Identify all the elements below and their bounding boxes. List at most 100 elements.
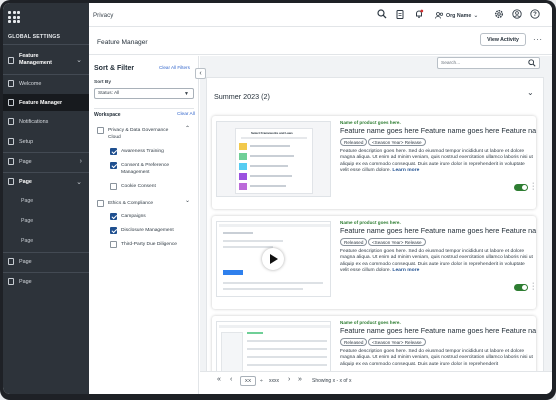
clipboard-icon[interactable]: [395, 9, 405, 19]
season-badge: <Season Year> Release: [368, 238, 426, 246]
checkbox-awareness-training[interactable]: [110, 148, 117, 155]
sidebar-item-feature-manager[interactable]: Feature Manager: [3, 94, 89, 111]
chevron-down-icon: ⌄: [76, 178, 82, 186]
search-input[interactable]: Search...: [437, 57, 540, 69]
feature-name[interactable]: Feature name goes here Feature name goes…: [340, 126, 536, 135]
learn-more-link[interactable]: Learn more: [392, 268, 419, 273]
feature-name[interactable]: Feature name goes here Feature name goes…: [340, 326, 536, 335]
separator: ÷: [260, 378, 263, 384]
divider: [3, 74, 89, 75]
filter-title: Sort & Filter: [94, 65, 135, 72]
filter-panel: Sort & Filter Clear All Filters Sort By …: [89, 56, 199, 394]
app-launcher-icon[interactable]: [8, 11, 20, 23]
sidebar-item-welcome[interactable]: Welcome: [3, 77, 89, 90]
description-text: Feature description goes here. Sed do ei…: [340, 249, 533, 274]
sidebar-item-label: Page: [19, 178, 32, 185]
feature-description: Feature description goes here. Sed do ei…: [340, 249, 534, 275]
status-badge: Released: [340, 338, 368, 346]
app-title: Privacy: [93, 12, 114, 19]
feature-description: Feature description goes here. Sed do ei…: [340, 149, 534, 175]
last-page-icon[interactable]: »: [298, 376, 302, 383]
checkbox-disclosure-management[interactable]: [110, 227, 117, 234]
sidebar-subitem-page[interactable]: Page: [21, 218, 33, 224]
divider: [3, 172, 89, 173]
total-pages: xxxx: [269, 378, 279, 384]
user-avatar-icon[interactable]: [512, 9, 522, 19]
sidebar-subitem-page[interactable]: Page: [21, 198, 33, 204]
thumbnail-heading: Select Frameworks and Laws: [251, 131, 293, 135]
more-options-icon[interactable]: ···: [533, 35, 543, 44]
sidebar-item-page[interactable]: Page: [3, 275, 89, 288]
workspace-clear-link[interactable]: Clear All: [177, 112, 195, 117]
checkbox-campaigns[interactable]: [110, 213, 117, 220]
feature-screenshot-thumbnail[interactable]: Select Frameworks and Laws: [216, 121, 331, 197]
pagination: « ‹ XX ÷ xxxx › » Showing x - x of x: [200, 371, 552, 394]
product-name: Name of product goes here.: [340, 320, 401, 325]
description-text: Feature description goes here. Sed do ei…: [340, 149, 533, 174]
kebab-menu-icon[interactable]: · · ·: [532, 280, 534, 293]
sidebar-item-page[interactable]: Page ›: [3, 155, 89, 168]
release-group: Summer 2023 (2) ⌄ Select Frameworks and …: [206, 77, 544, 382]
checkbox-label: Ethics & Compliance: [108, 201, 154, 206]
showing-range: Showing x - x of x: [312, 378, 352, 384]
bell-alert-icon[interactable]: [414, 9, 424, 19]
sidebar-item-notifications[interactable]: Notifications: [3, 115, 89, 128]
document-icon: [8, 118, 14, 125]
sidebar-item-label: Page: [19, 258, 32, 265]
checkbox-label: Consent & Preference Management: [121, 163, 170, 175]
app-window: GLOBAL SETTINGS Feature Management ⌄ Wel…: [3, 3, 552, 394]
chevron-down-icon: ⌄: [76, 57, 82, 64]
play-video-icon[interactable]: [262, 248, 284, 270]
search-icon[interactable]: [377, 9, 387, 19]
checkbox-privacy-data-governance[interactable]: [97, 127, 104, 134]
feature-video-thumbnail[interactable]: [216, 221, 331, 297]
feature-toggle[interactable]: [514, 184, 528, 191]
sidebar-item-feature-management[interactable]: Feature Management ⌄: [3, 50, 89, 70]
status-badge: Released: [340, 138, 368, 146]
scrollbar[interactable]: [543, 118, 544, 178]
collapse-panel-button[interactable]: ‹: [195, 68, 206, 79]
previous-page-icon[interactable]: ‹: [230, 376, 232, 383]
org-switcher[interactable]: Org Name ⌄: [435, 12, 478, 19]
document-icon: [8, 158, 14, 165]
top-bar: Privacy Org Name ⌄ ?: [89, 3, 552, 27]
sort-select[interactable]: Status: All ▼: [94, 88, 194, 99]
help-icon[interactable]: ?: [530, 9, 540, 19]
kebab-menu-icon[interactable]: · · ·: [532, 180, 534, 193]
status-badge: Released: [340, 238, 368, 246]
page-header: Feature Manager View Activity ···: [89, 27, 552, 55]
checkbox-third-party-due-diligence[interactable]: [110, 241, 117, 248]
sidebar-item-page[interactable]: Page: [3, 255, 89, 268]
divider: [94, 108, 194, 109]
sort-select-value: Status: All: [98, 91, 120, 96]
page-number-input[interactable]: XX: [240, 376, 256, 386]
checkbox-label: Privacy & Data Governance Cloud: [108, 128, 169, 140]
gear-icon[interactable]: [494, 9, 504, 19]
search-icon: [528, 59, 536, 67]
checkbox-consent-preference[interactable]: [110, 162, 117, 169]
first-page-icon[interactable]: «: [217, 376, 221, 383]
search-placeholder: Search...: [441, 60, 461, 66]
view-activity-button[interactable]: View Activity: [480, 33, 526, 46]
document-icon: [8, 80, 14, 87]
device-frame: GLOBAL SETTINGS Feature Management ⌄ Wel…: [0, 0, 556, 400]
chevron-down-icon[interactable]: ⌄: [527, 88, 534, 97]
main-content: Search... Summer 2023 (2) ⌄ Select Frame…: [200, 56, 552, 394]
sidebar-item-label: Welcome: [19, 80, 42, 87]
feature-name[interactable]: Feature name goes here Feature name goes…: [340, 226, 536, 235]
feature-toggle[interactable]: [514, 284, 528, 291]
sort-by-label: Sort By: [94, 80, 112, 85]
sidebar-item-page-expanded[interactable]: Page ⌄: [3, 175, 89, 188]
sidebar-item-label: Setup: [19, 138, 34, 145]
sidebar-subitem-page[interactable]: Page: [21, 238, 33, 244]
chevron-down-icon[interactable]: ⌄: [185, 197, 190, 204]
checkbox-ethics-compliance[interactable]: [97, 200, 104, 207]
workspace-label: Workspace: [94, 112, 121, 118]
sidebar-item-setup[interactable]: Setup: [3, 135, 89, 148]
learn-more-link[interactable]: Learn more: [392, 168, 419, 173]
clear-all-filters-link[interactable]: Clear All Filters: [159, 65, 190, 70]
chevron-up-icon[interactable]: ⌃: [185, 125, 190, 132]
next-page-icon[interactable]: ›: [288, 376, 290, 383]
checkbox-cookie-consent[interactable]: [110, 183, 117, 190]
sidebar-item-label: Feature Manager: [19, 99, 63, 106]
